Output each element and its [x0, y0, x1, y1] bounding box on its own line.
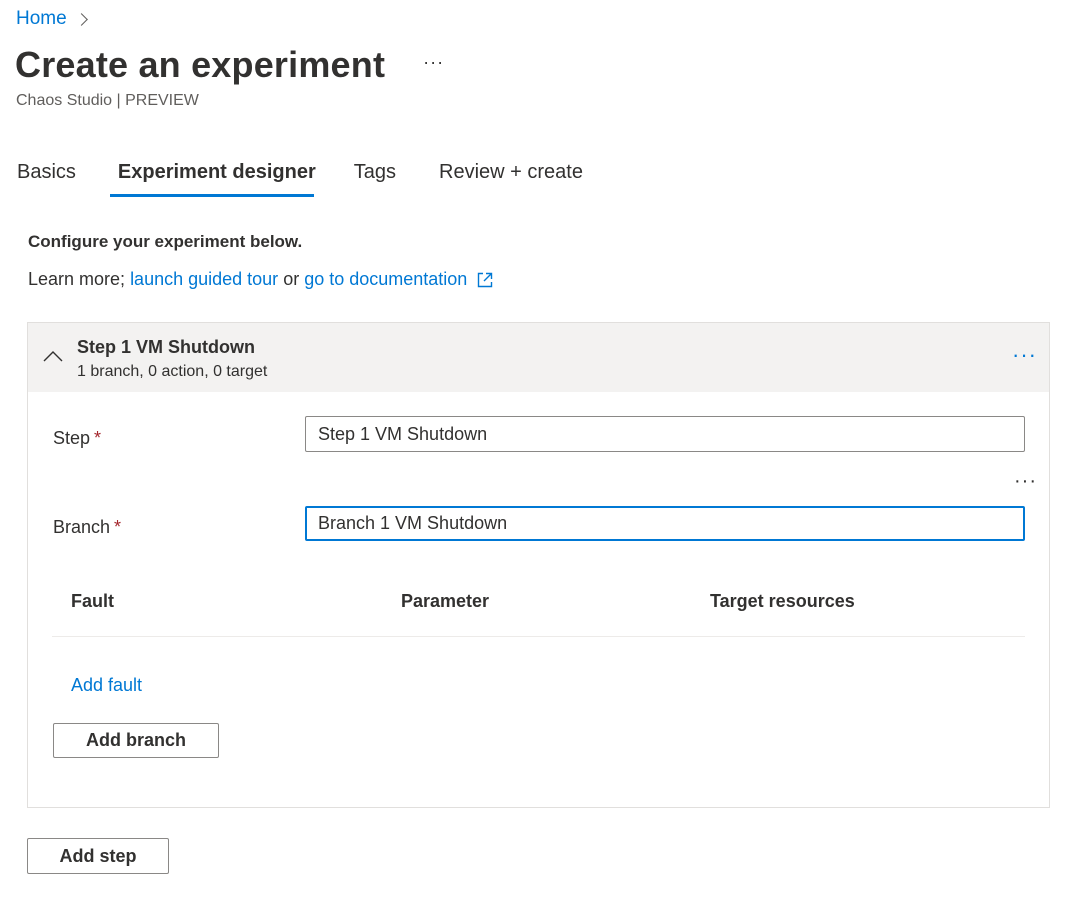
tab-review-create[interactable]: Review + create: [418, 156, 600, 198]
breadcrumb: Home: [16, 8, 88, 30]
column-header-parameter: Parameter: [401, 591, 490, 611]
breadcrumb-home-link[interactable]: Home: [16, 8, 67, 30]
step-card: Step 1 VM Shutdown 1 branch, 0 action, 0…: [27, 322, 1050, 808]
tab-tags[interactable]: Tags: [337, 156, 418, 198]
more-options-icon[interactable]: ···: [423, 52, 444, 73]
step-header[interactable]: Step 1 VM Shutdown 1 branch, 0 action, 0…: [28, 323, 1049, 392]
step-more-options-icon[interactable]: ···: [1012, 344, 1037, 366]
add-fault-link[interactable]: Add fault: [71, 675, 142, 696]
column-header-fault: Fault: [71, 591, 114, 611]
learn-more-prefix: Learn more;: [28, 269, 131, 289]
step-summary: 1 branch, 0 action, 0 target: [77, 363, 268, 380]
tab-experiment-designer[interactable]: Experiment designer: [97, 156, 337, 198]
tab-bar: Basics Experiment designer Tags Review +…: [0, 156, 600, 198]
step-name-input[interactable]: [305, 416, 1025, 452]
step-field-label: Step *: [53, 428, 101, 449]
add-step-button[interactable]: Add step: [27, 838, 169, 874]
active-tab-indicator: [110, 194, 314, 197]
page-subtitle: Chaos Studio | PREVIEW: [16, 92, 199, 109]
external-link-icon[interactable]: [476, 271, 494, 289]
tab-basics[interactable]: Basics: [0, 156, 97, 198]
step-label-text: Step: [53, 428, 91, 448]
learn-more-line: Learn more; launch guided tour or go to …: [28, 269, 494, 290]
required-marker: *: [114, 517, 122, 537]
branch-name-input[interactable]: [305, 506, 1025, 541]
required-marker: *: [94, 428, 102, 448]
learn-more-or: or: [278, 269, 305, 289]
branch-label-text: Branch: [53, 517, 111, 537]
page-title: Create an experiment: [15, 44, 386, 85]
column-header-target-resources: Target resources: [710, 591, 855, 611]
fault-table-header: Fault Parameter Target resources: [52, 591, 1025, 637]
designer-heading: Configure your experiment below.: [28, 232, 303, 251]
branch-more-options-icon[interactable]: ···: [1014, 470, 1037, 493]
chevron-up-icon[interactable]: [43, 350, 63, 362]
title-row: Create an experiment ···: [15, 44, 444, 86]
chevron-right-icon: [74, 13, 88, 26]
guided-tour-link[interactable]: launch guided tour: [130, 269, 278, 290]
documentation-link[interactable]: go to documentation: [304, 269, 467, 290]
branch-field-label: Branch *: [53, 517, 121, 538]
step-title: Step 1 VM Shutdown: [77, 337, 255, 357]
add-branch-button[interactable]: Add branch: [53, 723, 219, 758]
